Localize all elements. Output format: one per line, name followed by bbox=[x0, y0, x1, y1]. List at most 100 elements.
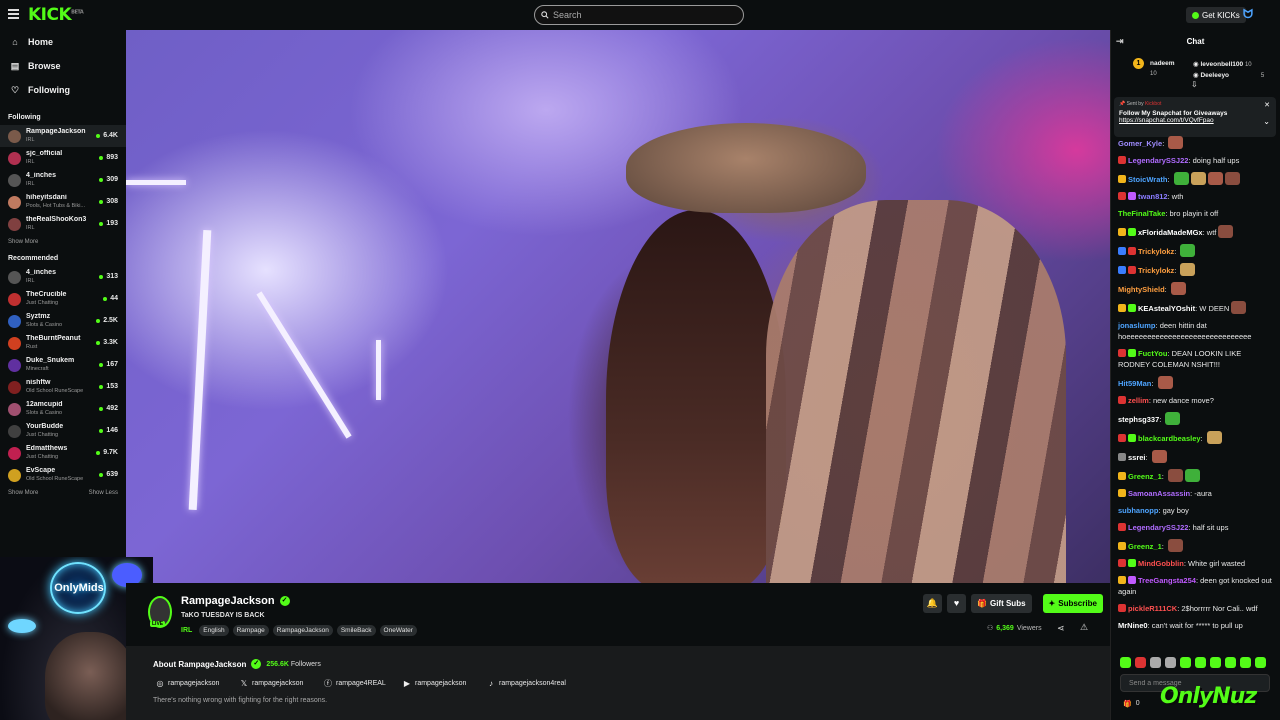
emote-icon[interactable] bbox=[1165, 657, 1176, 668]
chat-username[interactable]: zellim bbox=[1128, 396, 1149, 405]
chat-username[interactable]: stephsg337 bbox=[1118, 415, 1159, 424]
viewers-icon: ⚇ bbox=[987, 625, 994, 632]
nav-home[interactable]: ⌂ Home bbox=[0, 30, 126, 54]
nav-following[interactable]: ♡ Following bbox=[0, 78, 126, 102]
social-link[interactable]: ⓕ rampage4REAL bbox=[324, 678, 403, 689]
sidebar-channel[interactable]: YourBudde Just Chatting 146 bbox=[0, 420, 126, 442]
chat-username[interactable]: Trickylokz bbox=[1138, 247, 1174, 256]
sidebar-channel[interactable]: hiheyitsdani Pools, Hot Tubs & Biki... 308 bbox=[0, 191, 126, 213]
sidebar-channel[interactable]: Edmatthews Just Chatting 9.7K bbox=[0, 442, 126, 464]
chat-text: new dance move? bbox=[1153, 396, 1214, 405]
social-link[interactable]: 𝕏rampagejackson bbox=[240, 678, 324, 689]
recommended-show-more[interactable]: Show More bbox=[8, 490, 38, 496]
chat-username[interactable]: xFloridaMadeMGx bbox=[1138, 228, 1203, 237]
heart-icon: ♥ bbox=[953, 598, 960, 608]
emote-icon bbox=[1180, 244, 1196, 257]
gift-icon[interactable]: 🎁 bbox=[1123, 700, 1132, 708]
emote-icon[interactable] bbox=[1120, 657, 1131, 668]
category-link[interactable]: IRL bbox=[181, 627, 192, 634]
sidebar-channel[interactable]: TheCrucible Just Chatting 44 bbox=[0, 288, 126, 310]
emote-icon[interactable] bbox=[1135, 657, 1146, 668]
follow-heart-button[interactable]: ♥ bbox=[947, 594, 966, 613]
chat-username[interactable]: jonaslump bbox=[1118, 321, 1156, 330]
social-link[interactable]: ▶ rampagejackson bbox=[403, 678, 487, 689]
chat-username[interactable]: twan812 bbox=[1138, 192, 1168, 201]
chat-username[interactable]: pickleR111CK bbox=[1128, 604, 1177, 613]
pinned-link[interactable]: https://snapchat.com/t/VQvfFpao bbox=[1119, 117, 1271, 124]
share-icon[interactable]: ⋖ bbox=[1057, 623, 1065, 634]
expand-leaderboard-icon[interactable]: ⇩ bbox=[1191, 80, 1198, 89]
chat-username[interactable]: StoicWrath bbox=[1128, 175, 1167, 184]
sidebar-channel[interactable]: 4_inches IRL 309 bbox=[0, 169, 126, 191]
gift-subs-button[interactable]: 🎁 Gift Subs bbox=[971, 594, 1032, 613]
following-show-more[interactable]: Show More bbox=[8, 239, 38, 245]
stream-tag[interactable]: Rampage bbox=[232, 625, 269, 636]
channel-avatar bbox=[8, 314, 21, 328]
channel-viewers: 167 bbox=[99, 361, 118, 368]
stream-tag[interactable]: English bbox=[199, 625, 229, 636]
recommended-show-less[interactable]: Show Less bbox=[89, 490, 118, 496]
channel-viewers: 3.3K bbox=[96, 339, 118, 346]
chat-username[interactable]: FuctYou bbox=[1138, 349, 1167, 358]
unpin-icon[interactable]: ✕ bbox=[1264, 101, 1270, 109]
emote-icon[interactable] bbox=[1225, 657, 1236, 668]
streamer-name[interactable]: RampageJackson bbox=[181, 595, 275, 607]
chat-username[interactable]: TheFinalTake bbox=[1118, 209, 1165, 218]
stream-tag[interactable]: SmileBack bbox=[336, 625, 376, 636]
social-link[interactable]: ♪ rampagejackson4real bbox=[487, 678, 597, 689]
chat-username[interactable]: Trickylokz bbox=[1138, 266, 1174, 275]
kick-logo[interactable]: KICKBETA bbox=[28, 5, 84, 25]
emote-icon[interactable] bbox=[1150, 657, 1161, 668]
chat-username[interactable]: Greenz_1 bbox=[1128, 472, 1162, 481]
chat-username[interactable]: Hit59Man bbox=[1118, 379, 1151, 388]
sidebar-channel[interactable]: EvScape Old School RuneScape 639 bbox=[0, 464, 126, 486]
chat-username[interactable]: Greenz_1 bbox=[1128, 542, 1162, 551]
nav-browse[interactable]: ▤ Browse bbox=[0, 54, 126, 78]
emote-icon[interactable] bbox=[1255, 657, 1266, 668]
menu-icon[interactable] bbox=[8, 9, 19, 19]
chat-username[interactable]: LegendarySSJ22 bbox=[1128, 523, 1188, 532]
sidebar-channel[interactable]: 12amcupid Slots & Casino 492 bbox=[0, 398, 126, 420]
chat-username[interactable]: LegendarySSJ22 bbox=[1128, 156, 1188, 165]
collapse-chat-icon[interactable]: ⇥ bbox=[1116, 36, 1124, 47]
social-link[interactable]: ◎ rampagejackson bbox=[156, 678, 240, 689]
emote-icon[interactable] bbox=[1210, 657, 1221, 668]
subscribe-button[interactable]: ✦ Subscribe bbox=[1042, 594, 1103, 613]
stream-tag[interactable]: RampageJackson bbox=[272, 625, 333, 636]
sidebar-channel[interactable]: theRealShooKon3 IRL 193 bbox=[0, 213, 126, 235]
report-icon[interactable]: ⚠ bbox=[1080, 622, 1088, 633]
chat-username[interactable]: subhanopp bbox=[1118, 506, 1158, 515]
chat-username[interactable]: TreeGangsta254 bbox=[1138, 576, 1196, 585]
channel-avatar bbox=[8, 358, 21, 372]
sidebar-channel[interactable]: Duke_Snukem Minecraft 167 bbox=[0, 354, 126, 376]
chat-username[interactable]: ssrei bbox=[1128, 453, 1146, 462]
sidebar-channel[interactable]: RampageJackson IRL 6.4K bbox=[0, 125, 126, 147]
chat-username[interactable]: MrNine0 bbox=[1118, 621, 1148, 630]
chat-username[interactable]: blackcardbeasley bbox=[1138, 434, 1201, 443]
get-kicks-button[interactable]: Get KICKs bbox=[1186, 7, 1246, 23]
chat-message: xFloridaMadeMGx: wtf bbox=[1118, 225, 1273, 238]
video-player[interactable] bbox=[126, 30, 1110, 583]
chat-username[interactable]: KEAstealYOshit bbox=[1138, 304, 1195, 313]
chat-username[interactable]: SamoanAssassin bbox=[1128, 489, 1190, 498]
sidebar-channel[interactable]: TheBurntPeanut Rust 3.3K bbox=[0, 332, 126, 354]
sidebar-channel[interactable]: 4_inches IRL 313 bbox=[0, 266, 126, 288]
sidebar-channel[interactable]: sjc_official IRL 893 bbox=[0, 147, 126, 169]
emote-icon[interactable] bbox=[1180, 657, 1191, 668]
stream-tag[interactable]: OneWater bbox=[379, 625, 417, 636]
chat-username[interactable]: Gomer_Kyle bbox=[1118, 139, 1162, 148]
user-avatar[interactable]: ᗢ bbox=[1243, 7, 1260, 23]
chevron-down-icon[interactable]: ⌄ bbox=[1263, 117, 1270, 126]
emote-icon[interactable] bbox=[1195, 657, 1206, 668]
chat-badge-icon bbox=[1118, 192, 1126, 200]
search-bar[interactable] bbox=[534, 5, 744, 25]
notification-bell-button[interactable]: 🔔 bbox=[923, 594, 942, 613]
search-input[interactable] bbox=[553, 10, 733, 20]
chat-username[interactable]: MindGobblin bbox=[1138, 559, 1184, 568]
sidebar-channel[interactable]: nishftw Old School RuneScape 153 bbox=[0, 376, 126, 398]
pinned-message[interactable]: 📌 Sent by Kickbot Follow My Snapchat for… bbox=[1114, 97, 1276, 137]
emote-icon[interactable] bbox=[1240, 657, 1251, 668]
sidebar-channel[interactable]: Syztmz Slots & Casino 2.5K bbox=[0, 310, 126, 332]
chat-username[interactable]: MightyShield bbox=[1118, 285, 1165, 294]
following-title: Following bbox=[8, 114, 41, 121]
